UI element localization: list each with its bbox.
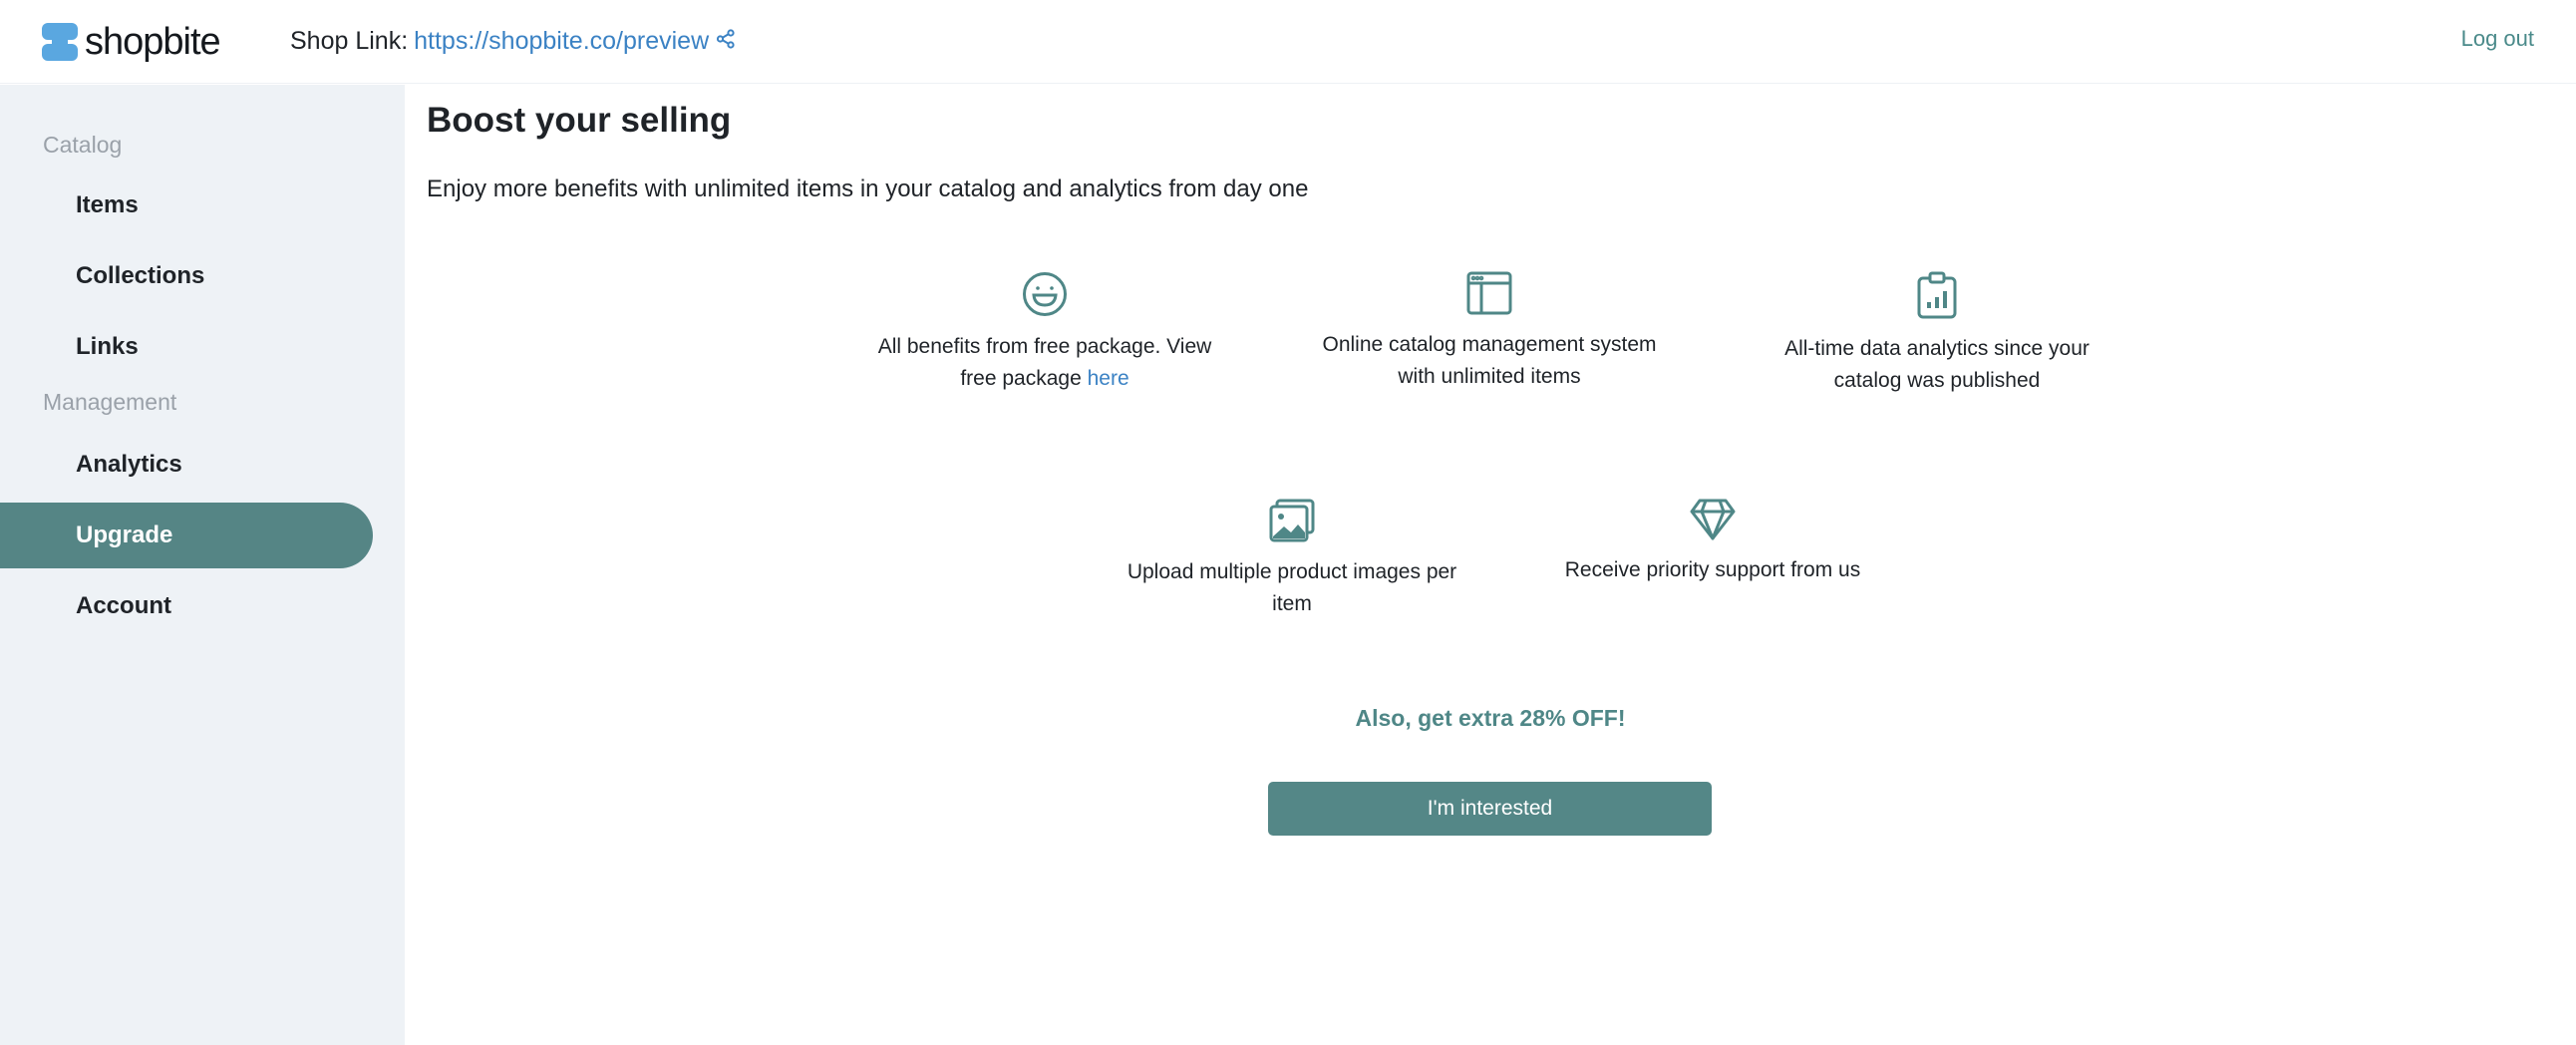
sidebar-item-items[interactable]: Items: [0, 173, 373, 238]
benefit-line: Receive priority support from us: [1564, 558, 1861, 581]
shopbite-logo-icon: [42, 23, 78, 61]
smile-icon: [1023, 272, 1067, 316]
sidebar-heading-management: Management: [43, 389, 177, 415]
benefit-line: All-time data analytics since your: [1784, 337, 2090, 360]
benefit-analytics: All-time data analytics since your catal…: [1758, 271, 2116, 397]
shop-link: Shop Link: https://shopbite.co/preview: [290, 24, 736, 58]
sidebar: Catalog Items Collections Links Manageme…: [0, 85, 405, 1045]
benefit-line: Upload multiple product images per: [1127, 560, 1457, 583]
sidebar-item-account[interactable]: Account: [0, 573, 373, 639]
sidebar-heading-catalog: Catalog: [43, 132, 123, 158]
brand-name: shopbite: [85, 21, 221, 63]
benefit-text: All benefits from free package. View fre…: [865, 331, 1224, 395]
page-title: Boost your selling: [427, 101, 732, 140]
browser-window-icon: [1466, 271, 1512, 315]
sidebar-item-upgrade[interactable]: Upgrade: [0, 503, 373, 568]
benefit-free-package: All benefits from free package. View fre…: [865, 271, 1224, 395]
benefit-text: All-time data analytics since your catal…: [1758, 333, 2116, 397]
benefit-line: item: [1272, 592, 1312, 615]
benefit-multiple-images: Upload multiple product images per item: [1113, 499, 1471, 620]
page-subtitle: Enjoy more benefits with unlimited items…: [427, 175, 1309, 202]
benefit-line: with unlimited items: [1398, 365, 1581, 388]
sidebar-item-links[interactable]: Links: [0, 314, 373, 380]
benefit-text: Online catalog management system with un…: [1310, 329, 1669, 393]
sidebar-item-collections[interactable]: Collections: [0, 243, 373, 309]
clipboard-chart-icon: [1917, 271, 1957, 319]
shop-link-url[interactable]: https://shopbite.co/preview: [414, 24, 709, 58]
top-bar: shopbite Shop Link: https://shopbite.co/…: [0, 0, 2576, 84]
benefit-priority-support: Receive priority support from us: [1533, 499, 1892, 586]
brand-logo[interactable]: shopbite: [42, 21, 221, 63]
benefit-catalog-system: Online catalog management system with un…: [1310, 271, 1669, 393]
benefit-line: catalog was published: [1833, 369, 2041, 392]
benefit-text: Upload multiple product images per item: [1113, 556, 1471, 620]
images-icon: [1269, 499, 1315, 542]
logout-link[interactable]: Log out: [2461, 26, 2534, 52]
benefit-line: free package: [960, 367, 1082, 390]
shop-link-label: Shop Link:: [290, 27, 409, 55]
free-package-link[interactable]: here: [1088, 367, 1129, 390]
benefit-text: Receive priority support from us: [1533, 554, 1892, 586]
interested-button[interactable]: I'm interested: [1268, 782, 1712, 836]
share-icon[interactable]: [716, 24, 736, 58]
sidebar-item-analytics[interactable]: Analytics: [0, 432, 373, 498]
benefit-line: All benefits from free package. View: [877, 335, 1212, 358]
discount-promo: Also, get extra 28% OFF!: [1355, 705, 1626, 731]
diamond-icon: [1690, 499, 1736, 540]
benefit-line: Online catalog management system: [1322, 333, 1657, 356]
